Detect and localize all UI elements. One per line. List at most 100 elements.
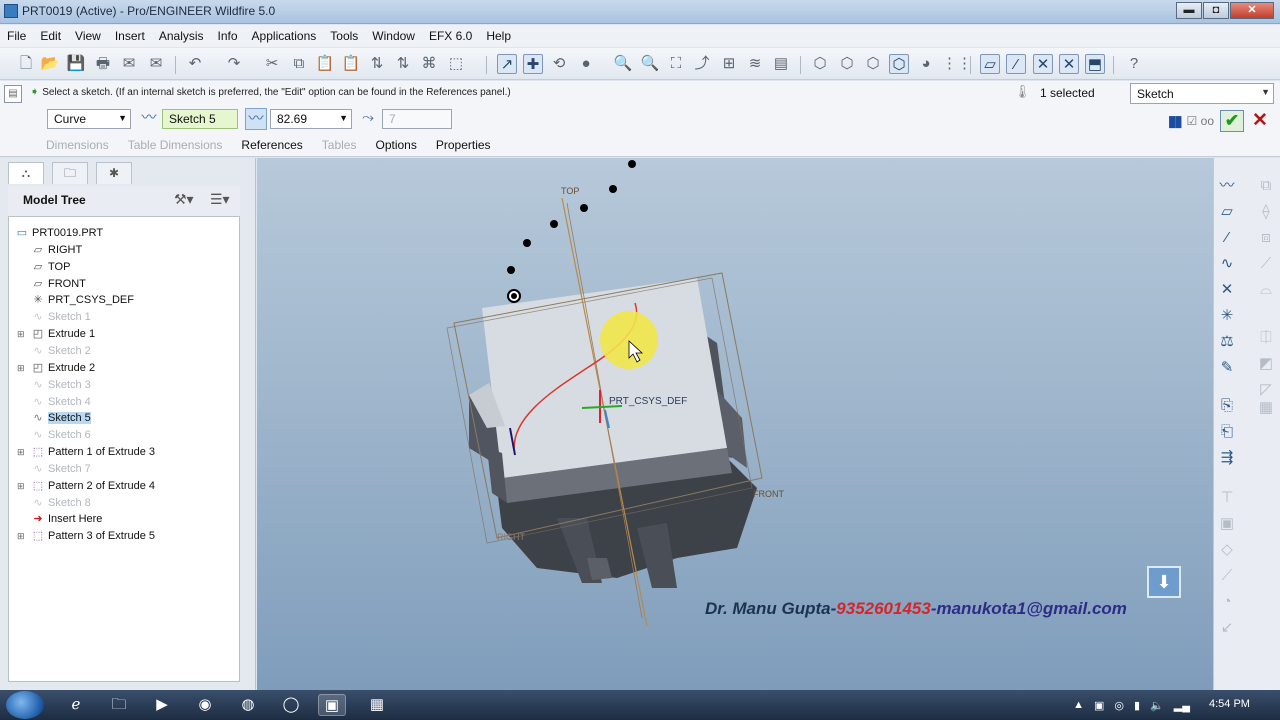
hidden-line-icon[interactable]: ⬡ — [837, 54, 857, 74]
tree-settings-icon[interactable]: ⚒▾ — [174, 191, 194, 208]
model-tree-item[interactable]: ∿ Sketch 1 — [31, 309, 90, 325]
print-icon[interactable]: 🖶 — [93, 54, 113, 74]
tab-folder-browser[interactable]: 🗀 — [52, 162, 88, 184]
context-help-icon[interactable]: ? — [1124, 54, 1144, 74]
sketch-curve-icon[interactable]: 〰 — [138, 108, 160, 130]
display-toggle-icon[interactable]: ↗ — [497, 54, 517, 74]
model-tree-item[interactable]: ∿ Sketch 4 — [31, 394, 90, 410]
redo-icon[interactable]: ↷ — [224, 54, 244, 74]
datum-point-tool-icon[interactable]: ✕ — [1217, 280, 1237, 300]
media-player-icon[interactable]: ▶ — [148, 694, 176, 716]
menu-edit[interactable]: Edit — [40, 29, 61, 43]
tray-app-icon[interactable]: ▣ — [1094, 699, 1104, 712]
paste-special-icon[interactable]: 📋 — [341, 54, 361, 74]
preview-toggle[interactable]: ☑ oo — [1187, 114, 1214, 128]
panel-splitter[interactable] — [249, 498, 256, 638]
close-button[interactable]: ✕ — [1230, 2, 1274, 19]
model-tree-item[interactable]: ∿ Sketch 8 — [31, 495, 90, 511]
find-icon[interactable]: ⌘ — [419, 54, 439, 74]
cancel-button[interactable]: ✕ — [1250, 109, 1270, 132]
paste-icon[interactable]: 📋 — [315, 54, 335, 74]
reorient-icon[interactable]: ⤴ — [692, 54, 712, 74]
model-tree-item[interactable]: ▱ RIGHT — [31, 242, 82, 258]
expand-toggle-icon[interactable]: ⊞ — [17, 478, 25, 494]
reorder-icon[interactable]: ⇶ — [1217, 448, 1237, 468]
spin-center-icon[interactable]: ✚ — [523, 54, 543, 74]
model-tree-item[interactable]: ∿ Sketch 2 — [31, 343, 90, 359]
curve-type-select[interactable]: Curve ▼ — [47, 109, 131, 129]
appearance-icon[interactable]: ⋮⋮ — [942, 54, 972, 74]
model-tree-item[interactable]: ➜ Insert Here — [31, 511, 102, 527]
menu-file[interactable]: File — [7, 29, 26, 43]
network-icon[interactable]: ▂▄ — [1174, 699, 1190, 712]
new-file-icon[interactable]: 🗋 — [16, 54, 36, 74]
menu-analysis[interactable]: Analysis — [159, 29, 204, 43]
cut-icon[interactable]: ✂ — [262, 54, 282, 74]
tab-options[interactable]: Options — [375, 138, 416, 152]
analysis-feature-icon[interactable]: ⚖ — [1217, 332, 1237, 352]
menu-view[interactable]: View — [75, 29, 101, 43]
datum-axes-icon[interactable]: ⁄ — [1006, 54, 1026, 74]
proe-taskbar-icon[interactable]: ▣ — [318, 694, 346, 716]
regenerate-icon[interactable]: ⇅ — [367, 54, 387, 74]
zoom-out-icon[interactable]: 🔍 — [640, 54, 660, 74]
curve-tool-icon[interactable]: ∿ — [1217, 254, 1237, 274]
datum-axis-tool-icon[interactable]: ⁄ — [1217, 228, 1237, 248]
expand-toggle-icon[interactable]: ⊞ — [17, 444, 25, 460]
maximize-button[interactable]: ◘ — [1203, 2, 1229, 19]
app-grid-icon[interactable]: ▦ — [363, 694, 391, 716]
orient-icon[interactable]: ⟲ — [549, 54, 569, 74]
model-tree-item[interactable]: ⊞ ⬚ Pattern 2 of Extrude 4 — [17, 478, 155, 494]
send-mail-icon[interactable]: ✉ — [119, 54, 139, 74]
zoom-in-icon[interactable]: 🔍 — [613, 54, 633, 74]
flip-direction-icon[interactable]: ⤳ — [357, 108, 379, 130]
shading-icon[interactable]: ● — [576, 54, 596, 74]
wireframe-icon[interactable]: ⬡ — [810, 54, 830, 74]
datum-plane-tool-icon[interactable]: ▱ — [1217, 202, 1237, 222]
copy-paste-icon[interactable]: ⎗ — [1217, 422, 1237, 442]
tab-references[interactable]: References — [241, 138, 302, 152]
menu-efx[interactable]: EFX 6.0 — [429, 29, 472, 43]
sketch-tool-icon[interactable]: 〰 — [1217, 176, 1237, 196]
datum-planes-icon[interactable]: ▱ — [980, 54, 1000, 74]
opera-icon[interactable]: ◯ — [277, 694, 305, 716]
model-tree-item[interactable]: ⊞ ◰ Extrude 1 — [17, 326, 95, 342]
csys-display-icon[interactable]: ✕ — [1059, 54, 1079, 74]
model-tree-item[interactable]: ▱ TOP — [31, 259, 71, 275]
message-log-icon[interactable]: ▤ — [4, 85, 22, 103]
save-icon[interactable]: 💾 — [66, 54, 86, 74]
model-tree-item[interactable]: ⊞ ⬚ Pattern 1 of Extrude 3 — [17, 444, 155, 460]
selection-filter[interactable]: Sketch ▼ — [1130, 83, 1274, 104]
chrome-icon[interactable]: ◉ — [191, 694, 219, 716]
select-box-icon[interactable]: ⬚ — [446, 54, 466, 74]
menu-insert[interactable]: Insert — [115, 29, 145, 43]
annotation-display-icon[interactable]: ⬒ — [1085, 54, 1105, 74]
graphics-viewport[interactable]: TOP FRONT RIGHT PRT_CSYS_DEF Dr. Manu Gu… — [257, 158, 1213, 690]
tray-sync-icon[interactable]: ◎ — [1114, 699, 1124, 712]
expand-toggle-icon[interactable]: ⊞ — [17, 326, 25, 342]
model-tree-item[interactable]: ⊞ ⬚ Pattern 3 of Extrude 5 — [17, 528, 155, 544]
tab-favorites[interactable]: ✱ — [96, 162, 132, 184]
menu-info[interactable]: Info — [218, 29, 238, 43]
minimize-button[interactable]: ▬ — [1176, 2, 1202, 19]
secondary-value-field[interactable]: 7 — [382, 109, 452, 129]
tab-table-dimensions[interactable]: Table Dimensions — [128, 138, 223, 152]
expand-toggle-icon[interactable]: ⊞ — [17, 360, 25, 376]
menu-window[interactable]: Window — [372, 29, 415, 43]
tab-properties[interactable]: Properties — [436, 138, 491, 152]
no-hidden-icon[interactable]: ⬡ — [863, 54, 883, 74]
view-manager-icon[interactable]: ▤ — [771, 54, 791, 74]
enhanced-realism-icon[interactable]: ◕ — [916, 54, 936, 74]
clock[interactable]: 4:54 PM — [1209, 698, 1250, 710]
saved-views-icon[interactable]: ⊞ — [719, 54, 739, 74]
wrap-tool-icon[interactable]: ✎ — [1217, 358, 1237, 378]
model-tree-item[interactable]: ∿ Sketch 7 — [31, 461, 90, 477]
depth-value-field[interactable]: 82.69 ▼ — [270, 109, 352, 129]
volume-icon[interactable]: 🔈 — [1150, 699, 1164, 712]
model-tree-item[interactable]: ∿ Sketch 5 — [31, 410, 91, 426]
ok-button[interactable]: ✔ — [1220, 109, 1244, 132]
refit-icon[interactable]: ⛶ — [666, 54, 686, 74]
start-button[interactable] — [6, 691, 44, 719]
tab-tables[interactable]: Tables — [322, 138, 357, 152]
firefox-icon[interactable]: ◍ — [234, 694, 262, 716]
